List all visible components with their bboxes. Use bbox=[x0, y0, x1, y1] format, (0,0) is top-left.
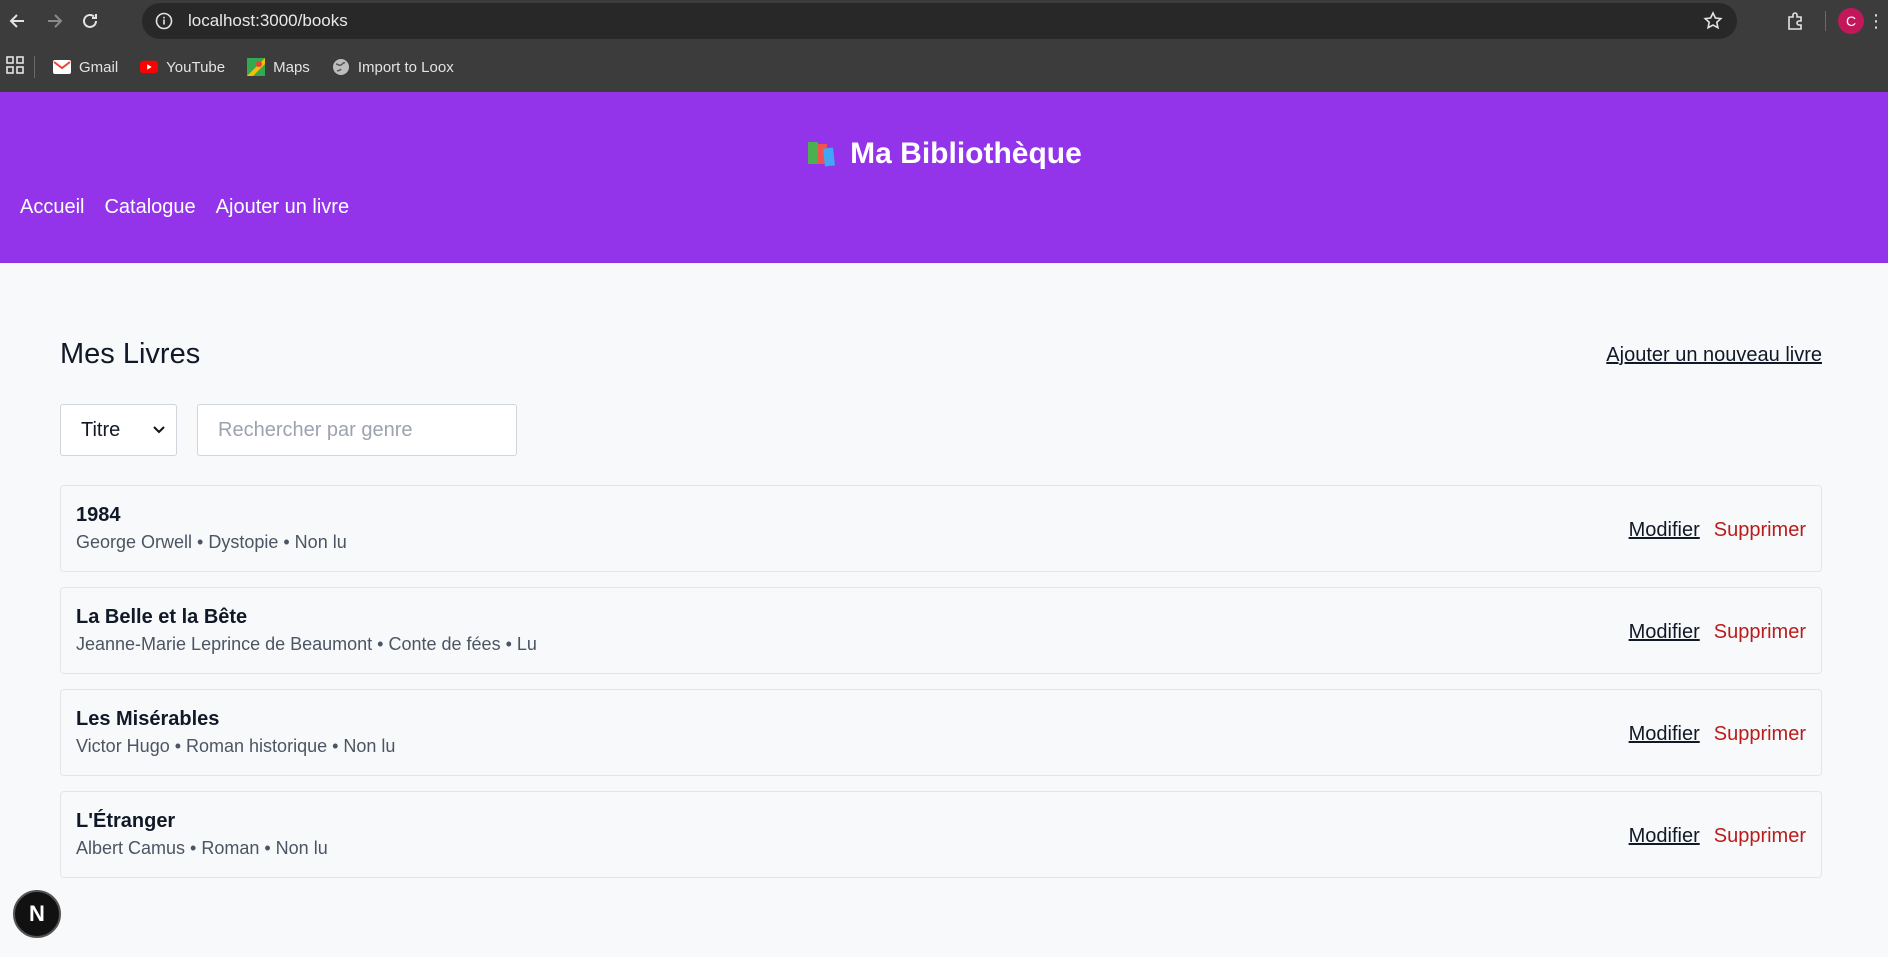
book-actions: Modifier Supprimer bbox=[1629, 519, 1806, 542]
app-header: Ma Bibliothèque Accueil Catalogue Ajoute… bbox=[0, 92, 1888, 263]
bookmark-label: Import to Loox bbox=[357, 58, 454, 76]
site-info-icon[interactable] bbox=[146, 3, 182, 39]
sort-select-value: Titre bbox=[81, 418, 121, 441]
edit-book-link[interactable]: Modifier bbox=[1629, 825, 1700, 848]
book-title: 1984 bbox=[76, 504, 121, 526]
books-icon bbox=[806, 140, 838, 168]
edit-book-link[interactable]: Modifier bbox=[1629, 519, 1700, 542]
globe-icon bbox=[332, 58, 350, 76]
toolbar-divider bbox=[1825, 11, 1826, 31]
nextjs-dev-badge[interactable]: N bbox=[13, 890, 61, 938]
nav-catalogue[interactable]: Catalogue bbox=[104, 196, 195, 219]
genre-search-input[interactable] bbox=[197, 404, 517, 456]
nav-accueil[interactable]: Accueil bbox=[20, 196, 84, 219]
arrow-right-icon bbox=[48, 14, 63, 28]
chevron-down-icon bbox=[153, 426, 165, 434]
book-card: Les Misérables Victor Hugo • Roman histo… bbox=[60, 689, 1822, 776]
edit-book-link[interactable]: Modifier bbox=[1629, 621, 1700, 644]
browser-toolbar: localhost:3000/books C ⋮ bbox=[0, 0, 1888, 42]
filters: Titre bbox=[60, 404, 517, 456]
book-meta: Albert Camus • Roman • Non lu bbox=[76, 838, 328, 858]
book-actions: Modifier Supprimer bbox=[1629, 723, 1806, 746]
bookmark-label: YouTube bbox=[166, 58, 226, 76]
app-title-text: Ma Bibliothèque bbox=[850, 137, 1082, 170]
bookmark-youtube[interactable]: YouTube bbox=[140, 58, 225, 76]
book-actions: Modifier Supprimer bbox=[1629, 825, 1806, 848]
add-book-link[interactable]: Ajouter un nouveau livre bbox=[1606, 344, 1822, 367]
profile-avatar[interactable]: C bbox=[1838, 8, 1864, 34]
more-menu-icon[interactable]: ⋮ bbox=[1864, 11, 1888, 32]
book-list: 1984 George Orwell • Dystopie • Non lu M… bbox=[60, 485, 1822, 893]
book-card: L'Étranger Albert Camus • Roman • Non lu… bbox=[60, 791, 1822, 878]
delete-book-button[interactable]: Supprimer bbox=[1714, 519, 1806, 542]
bookmark-label: Gmail bbox=[79, 58, 119, 76]
bookmark-label: Maps bbox=[273, 58, 310, 76]
reload-button[interactable] bbox=[72, 3, 108, 39]
book-meta: Jeanne-Marie Leprince de Beaumont • Cont… bbox=[76, 634, 537, 654]
book-card: 1984 George Orwell • Dystopie • Non lu M… bbox=[60, 485, 1822, 572]
extensions-icon[interactable] bbox=[1777, 11, 1813, 31]
bookmarks-bar: Gmail YouTube Maps Import to Loox bbox=[0, 42, 1888, 92]
book-title: La Belle et la Bête bbox=[76, 606, 248, 628]
youtube-icon bbox=[140, 58, 159, 76]
delete-book-button[interactable]: Supprimer bbox=[1714, 723, 1806, 746]
main-nav: Accueil Catalogue Ajouter un livre bbox=[20, 196, 369, 219]
arrow-left-icon bbox=[9, 14, 24, 28]
apps-grid-icon[interactable] bbox=[6, 56, 24, 78]
app-title: Ma Bibliothèque bbox=[0, 137, 1888, 171]
book-actions: Modifier Supprimer bbox=[1629, 621, 1806, 644]
page-title: Mes Livres bbox=[60, 338, 201, 370]
section-header: Mes Livres Ajouter un nouveau livre bbox=[60, 338, 1822, 378]
edit-book-link[interactable]: Modifier bbox=[1629, 723, 1700, 746]
forward-button[interactable] bbox=[36, 3, 72, 39]
gmail-icon bbox=[53, 58, 71, 76]
book-title: Les Misérables bbox=[76, 708, 220, 730]
book-meta: George Orwell • Dystopie • Non lu bbox=[76, 532, 347, 552]
book-meta: Victor Hugo • Roman historique • Non lu bbox=[76, 736, 396, 756]
maps-icon bbox=[247, 58, 266, 76]
bookmark-maps[interactable]: Maps bbox=[247, 58, 310, 76]
browser-actions: C ⋮ bbox=[1777, 0, 1888, 42]
address-bar[interactable]: localhost:3000/books bbox=[142, 3, 1737, 39]
bookmarks-divider bbox=[34, 56, 35, 78]
sort-select[interactable]: Titre bbox=[60, 404, 177, 456]
reload-icon bbox=[83, 13, 97, 28]
back-button[interactable] bbox=[0, 3, 36, 39]
nav-ajouter-livre[interactable]: Ajouter un livre bbox=[216, 196, 349, 219]
bookmark-star-icon[interactable] bbox=[1703, 11, 1723, 36]
delete-book-button[interactable]: Supprimer bbox=[1714, 825, 1806, 848]
bookmark-gmail[interactable]: Gmail bbox=[53, 58, 118, 76]
book-card: La Belle et la Bête Jeanne-Marie Leprinc… bbox=[60, 587, 1822, 674]
delete-book-button[interactable]: Supprimer bbox=[1714, 621, 1806, 644]
bookmark-import-to-loox[interactable]: Import to Loox bbox=[332, 58, 454, 76]
book-title: L'Étranger bbox=[76, 810, 176, 832]
url-text: localhost:3000/books bbox=[188, 11, 348, 30]
